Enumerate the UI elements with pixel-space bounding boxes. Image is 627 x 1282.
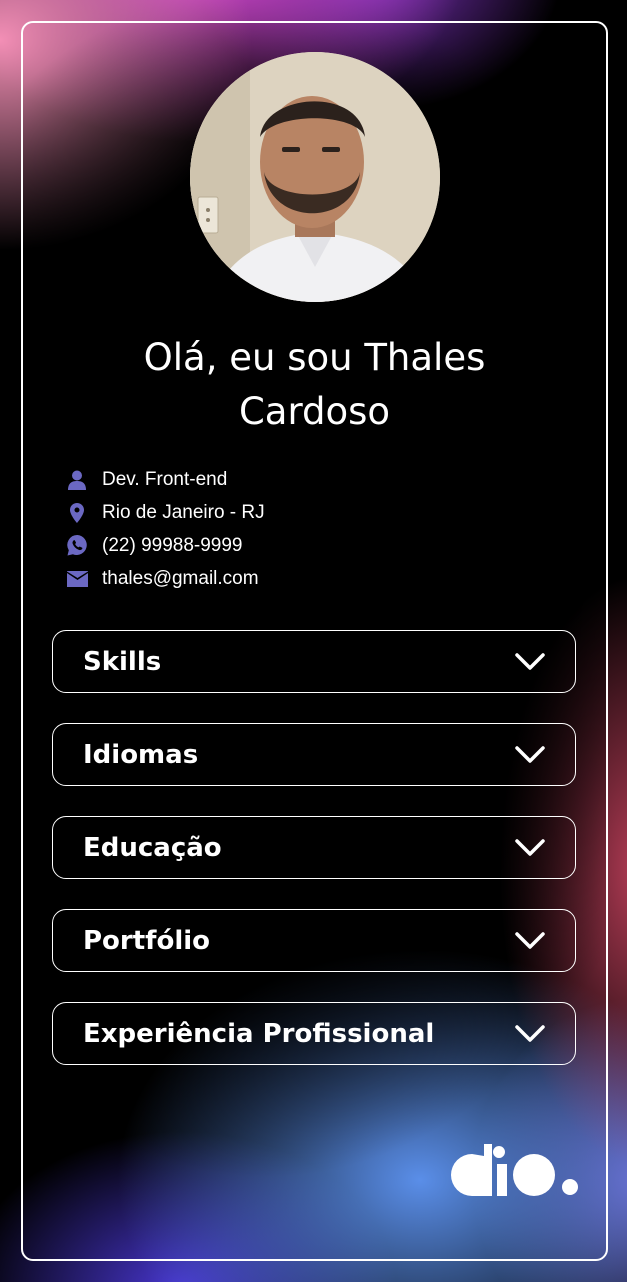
email-item[interactable]: thales@gmail.com [65,562,265,595]
location-text: Rio de Janeiro - RJ [102,501,265,523]
location-pin-icon [65,501,89,525]
email-address[interactable]: thales@gmail.com [102,568,259,590]
accordion-educacao[interactable]: Educação [52,816,576,879]
location-item: Rio de Janeiro - RJ [65,496,265,529]
accordion-experiencia-profissional[interactable]: Experiência Profissional [52,1002,576,1065]
job-title-item: Dev. Front-end [65,463,265,496]
user-icon [65,468,89,492]
chevron-down-icon [515,838,545,856]
chevron-down-icon [515,931,545,949]
greeting-heading: Olá, eu sou Thales Cardoso [143,336,486,433]
accordion-idiomas[interactable]: Idiomas [52,723,576,786]
phone-item[interactable]: (22) 99988-9999 [65,529,265,562]
accordion-label: Idiomas [83,739,199,770]
whatsapp-icon [65,534,89,558]
job-title: Dev. Front-end [102,468,228,490]
email-icon [65,567,89,591]
contact-info-list: Dev. Front-end Rio de Janeiro - RJ (22) … [65,463,265,595]
accordion-portfolio[interactable]: Portfólio [52,909,576,972]
chevron-down-icon [515,1024,545,1042]
profile-photo [190,52,440,302]
profile-card: Olá, eu sou Thales Cardoso Dev. Front-en… [21,21,608,1261]
accordion-label: Portfólio [83,925,211,956]
accordion-label: Educação [83,832,222,863]
accordion-label: Experiência Profissional [83,1018,435,1049]
dio-logo [451,1144,578,1196]
phone-number[interactable]: (22) 99988-9999 [102,535,243,557]
accordion-skills[interactable]: Skills [52,630,576,693]
chevron-down-icon [515,652,545,670]
chevron-down-icon [515,745,545,763]
accordion-label: Skills [83,646,162,677]
